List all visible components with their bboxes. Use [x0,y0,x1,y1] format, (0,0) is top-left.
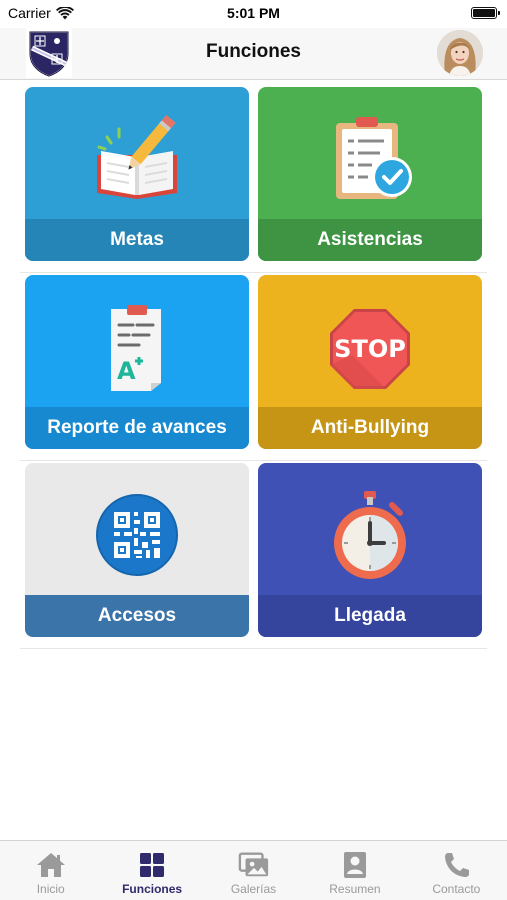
tab-label: Resumen [329,882,381,896]
tile-label: Anti-Bullying [258,407,482,449]
qr-code-icon [25,485,249,585]
tile-label: Accesos [25,595,249,637]
grid-row: A Reporte de avances STOP Anti-Bullying [20,273,487,461]
status-time: 5:01 PM [227,5,280,21]
tile-accesos[interactable]: Accesos [25,463,249,637]
tile-label: Asistencias [258,219,482,261]
tab-inicio[interactable]: Inicio [0,841,101,900]
grid-row: Metas Asistencias [20,85,487,273]
battery-icon [471,7,500,19]
tile-label: Llegada [258,595,482,637]
gallery-icon [238,851,270,879]
grid-row: Accesos Llegada [20,461,487,649]
nav-bar: Funciones [0,28,507,80]
tab-resumen[interactable]: Resumen [304,841,405,900]
profile-card-icon [339,851,371,879]
status-bar: Carrier 5:01 PM [0,0,507,28]
tile-label: Reporte de avances [25,407,249,449]
tab-funciones[interactable]: Funciones [101,841,202,900]
grid-icon [136,851,168,879]
tab-contacto[interactable]: Contacto [406,841,507,900]
open-book-pencil-icon [25,109,249,209]
avatar[interactable] [437,30,483,76]
graded-report-icon: A [25,297,249,397]
attendance-clipboard-icon [258,109,482,209]
tab-label: Contacto [432,882,481,896]
svg-text:A: A [117,357,136,385]
phone-icon [440,851,472,879]
stopwatch-icon [258,485,482,585]
home-icon [35,851,67,879]
page-title: Funciones [205,41,301,62]
tab-label: Inicio [36,882,65,896]
tile-asistencias[interactable]: Asistencias [258,87,482,261]
tab-bar: Inicio Funciones Galerías Resumen Contac… [0,840,507,900]
tile-label: Metas [25,219,249,261]
tile-metas[interactable]: Metas [25,87,249,261]
svg-text:STOP: STOP [334,335,406,363]
stop-sign-icon: STOP [258,297,482,397]
tile-llegada[interactable]: Llegada [258,463,482,637]
tile-anti-bullying[interactable]: STOP Anti-Bullying [258,275,482,449]
tab-galerias[interactable]: Galerías [203,841,304,900]
tab-label: Galerías [230,882,277,896]
functions-grid: Metas Asistencias A Reporte de avances S… [20,85,487,649]
tab-label: Funciones [122,882,183,896]
tile-reporte-de-avances[interactable]: A Reporte de avances [25,275,249,449]
